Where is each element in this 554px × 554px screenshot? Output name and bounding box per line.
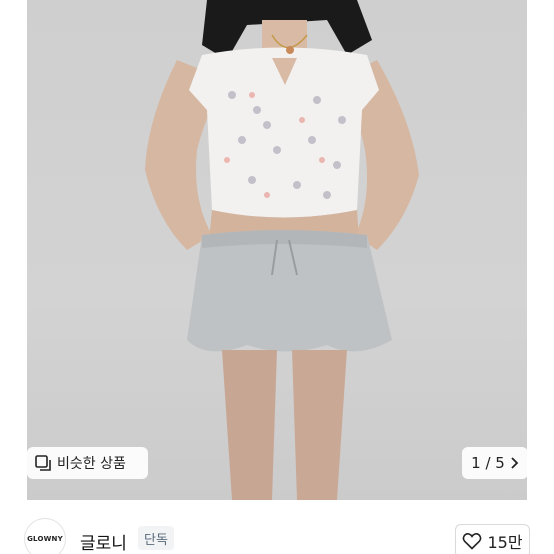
- shop-name[interactable]: 글로니: [80, 529, 127, 554]
- product-photo: [145, 0, 419, 500]
- shop-info-row: GLOWNY 글로니 단독 15만: [0, 518, 554, 554]
- like-button[interactable]: 15만: [455, 524, 530, 554]
- similar-products-label: 비슷한 상품: [57, 456, 126, 472]
- like-count: 15만: [487, 533, 523, 552]
- heart-icon: [463, 533, 482, 550]
- product-image-gallery[interactable]: [27, 0, 527, 500]
- shop-logo-text: GLOWNY: [27, 535, 63, 543]
- exclusive-badge: 단독: [138, 526, 174, 550]
- shop-logo[interactable]: GLOWNY: [24, 518, 66, 554]
- similar-products-button[interactable]: 비슷한 상품: [27, 447, 148, 479]
- image-pager[interactable]: 1 / 5: [462, 447, 528, 479]
- similar-items-icon: [35, 455, 51, 471]
- chevron-right-icon: [511, 457, 519, 469]
- pager-count: 1 / 5: [471, 454, 505, 472]
